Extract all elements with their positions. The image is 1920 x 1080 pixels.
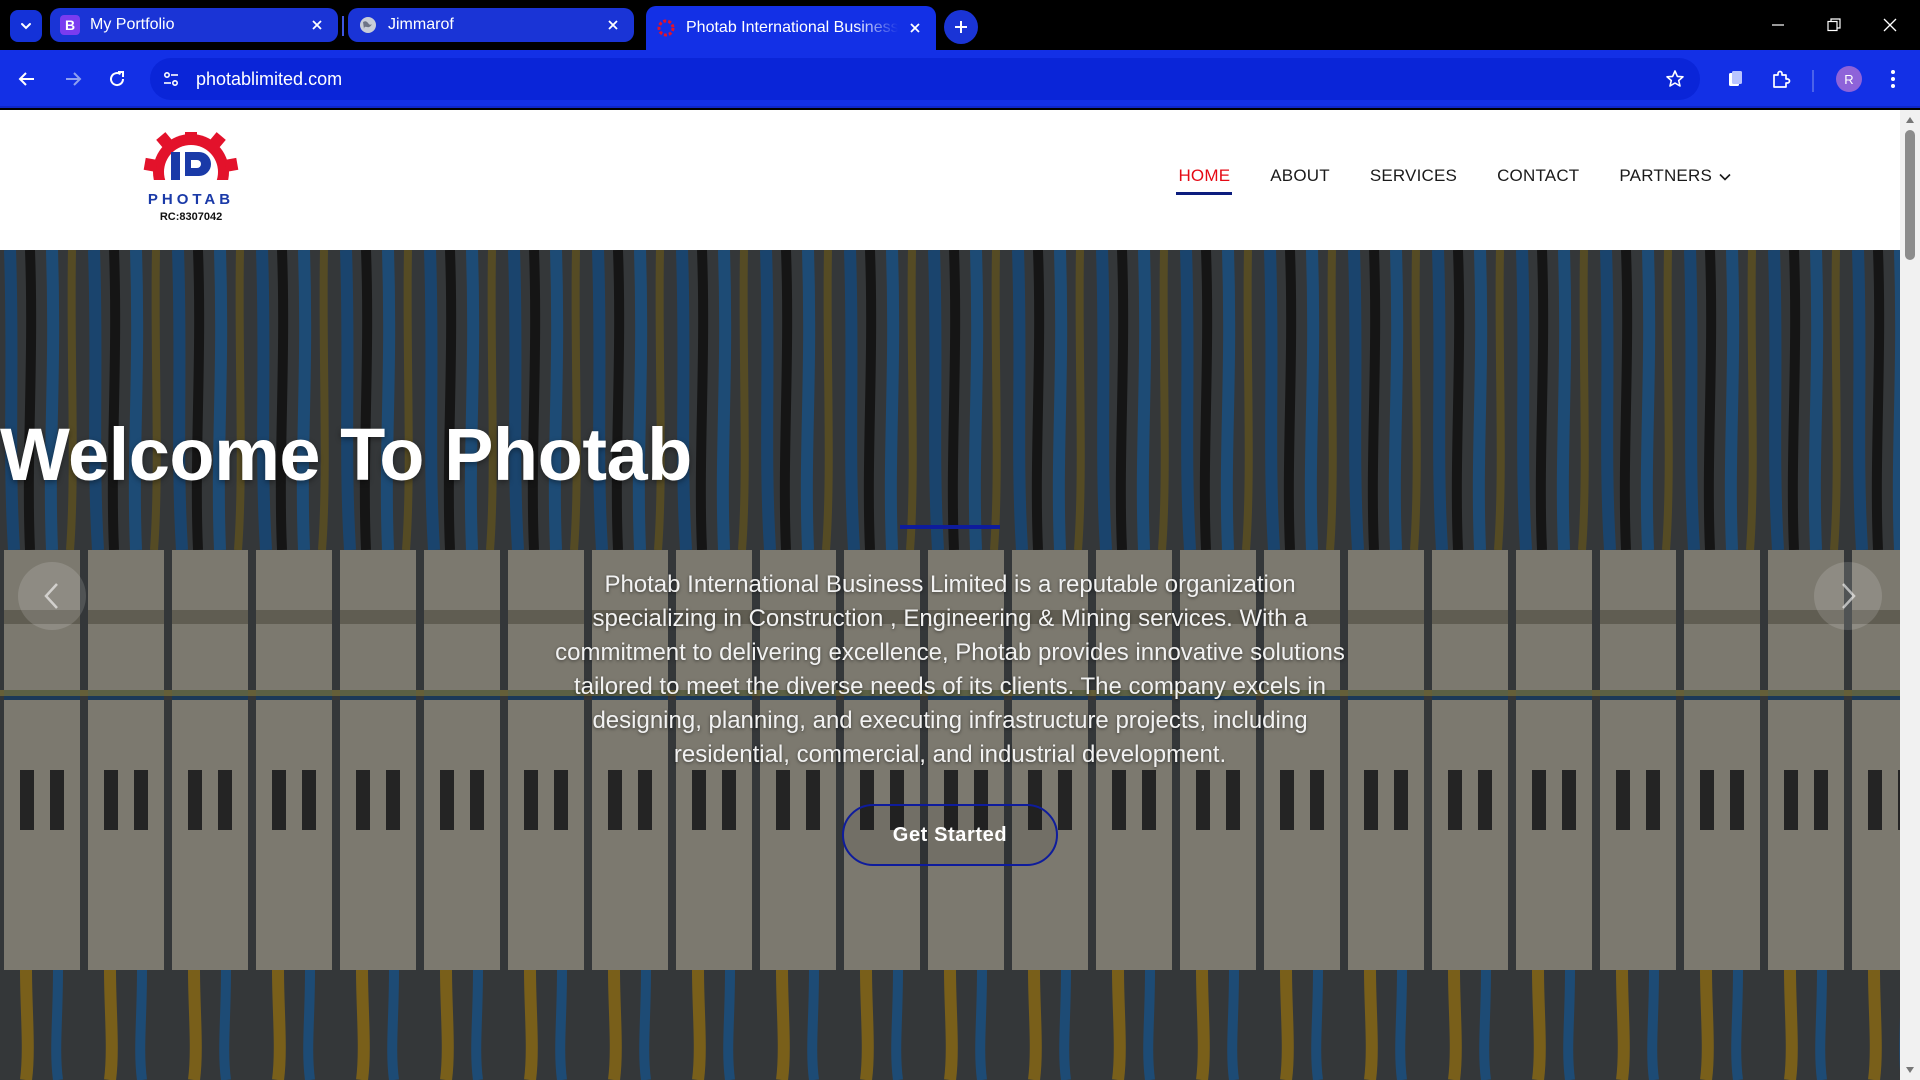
get-started-button[interactable]: Get Started xyxy=(842,804,1058,866)
reload-button[interactable] xyxy=(100,62,134,96)
toolbar-divider xyxy=(1812,70,1814,92)
close-icon xyxy=(1883,18,1897,32)
plus-icon xyxy=(955,21,967,33)
reload-icon xyxy=(110,71,125,87)
tab-divider xyxy=(342,16,344,36)
chevron-left-icon xyxy=(44,583,58,609)
tab-photab[interactable]: Photab International Business Limited xyxy=(646,6,936,50)
tab-title: Photab International Business Limited xyxy=(686,19,898,36)
url-text: photablimited.com xyxy=(196,68,343,89)
tab-jimmarof[interactable]: Jimmarof xyxy=(348,8,634,42)
bootstrap-icon: B xyxy=(60,15,80,35)
chevron-down-icon xyxy=(21,23,31,30)
close-window-button[interactable] xyxy=(1862,0,1918,50)
logo-rc-number: RC:8307042 xyxy=(160,211,222,223)
tab-strip: B My Portfolio Jimmarof Photab Internati… xyxy=(0,0,1920,50)
hero-description: Photab International Business Limited is… xyxy=(555,571,1345,768)
scrollbar-thumb[interactable] xyxy=(1905,130,1915,260)
hero-title: Welcome To Photab xyxy=(0,413,692,496)
globe-icon xyxy=(358,15,378,35)
nav-about[interactable]: ABOUT xyxy=(1270,166,1330,192)
tab-my-portfolio[interactable]: B My Portfolio xyxy=(50,8,338,42)
logo-wordmark: PHOTAB xyxy=(148,191,234,208)
nav-partners-label: PARTNERS xyxy=(1619,166,1712,185)
tab-title: Jimmarof xyxy=(388,16,454,33)
carousel-prev-button[interactable] xyxy=(18,562,86,630)
arrow-left-icon xyxy=(18,72,34,86)
minimize-icon xyxy=(1772,24,1784,26)
nav-partners[interactable]: PARTNERS xyxy=(1619,166,1732,193)
restore-icon xyxy=(1827,18,1841,32)
more-vert-icon xyxy=(1891,70,1895,88)
back-button[interactable] xyxy=(10,62,44,96)
restore-button[interactable] xyxy=(1806,0,1862,50)
close-icon[interactable] xyxy=(604,16,622,34)
browser-toolbar: photablimited.com R xyxy=(0,50,1920,108)
puzzle-icon xyxy=(1773,70,1791,88)
carousel-next-button[interactable] xyxy=(1814,562,1882,630)
scroll-up-arrow-icon[interactable] xyxy=(1904,114,1916,126)
site-info-icon[interactable] xyxy=(154,62,188,96)
forward-button[interactable] xyxy=(56,62,90,96)
scroll-down-arrow-icon[interactable] xyxy=(1904,1064,1916,1076)
photab-logo-icon xyxy=(656,18,676,38)
hero-title-underline xyxy=(900,525,1000,529)
close-icon[interactable] xyxy=(906,19,924,37)
extensions-button[interactable] xyxy=(1764,62,1798,96)
minimize-button[interactable] xyxy=(1750,0,1806,50)
photab-logo[interactable]: PHOTAB RC:8307042 xyxy=(138,125,244,226)
profile-avatar[interactable]: R xyxy=(1836,66,1862,92)
arrow-right-icon xyxy=(66,72,82,86)
page-scrollbar[interactable] xyxy=(1900,110,1920,1080)
menu-button[interactable] xyxy=(1876,62,1910,96)
hero-carousel: Welcome To Photab Photab International B… xyxy=(0,250,1900,1080)
reading-list-button[interactable] xyxy=(1718,62,1752,96)
main-nav: HOME ABOUT SERVICES CONTACT PARTNERS xyxy=(1138,166,1732,196)
nav-home[interactable]: HOME xyxy=(1176,166,1233,196)
nav-services[interactable]: SERVICES xyxy=(1370,166,1457,192)
new-tab-button[interactable] xyxy=(944,10,978,44)
reading-list-icon xyxy=(1729,71,1742,86)
address-bar[interactable]: photablimited.com xyxy=(150,58,1700,100)
site-header: PHOTAB RC:8307042 HOME ABOUT SERVICES CO… xyxy=(0,110,1900,250)
chevron-down-icon xyxy=(1718,167,1732,187)
tab-title: My Portfolio xyxy=(90,16,175,33)
bookmark-star-icon[interactable] xyxy=(1658,62,1692,96)
close-icon[interactable] xyxy=(308,16,326,34)
gear-logo-icon: PHOTAB RC:8307042 xyxy=(143,125,239,223)
tab-search-button[interactable] xyxy=(10,10,42,42)
nav-contact[interactable]: CONTACT xyxy=(1497,166,1579,192)
chevron-right-icon xyxy=(1842,583,1856,609)
page-viewport: PHOTAB RC:8307042 HOME ABOUT SERVICES CO… xyxy=(0,110,1920,1080)
